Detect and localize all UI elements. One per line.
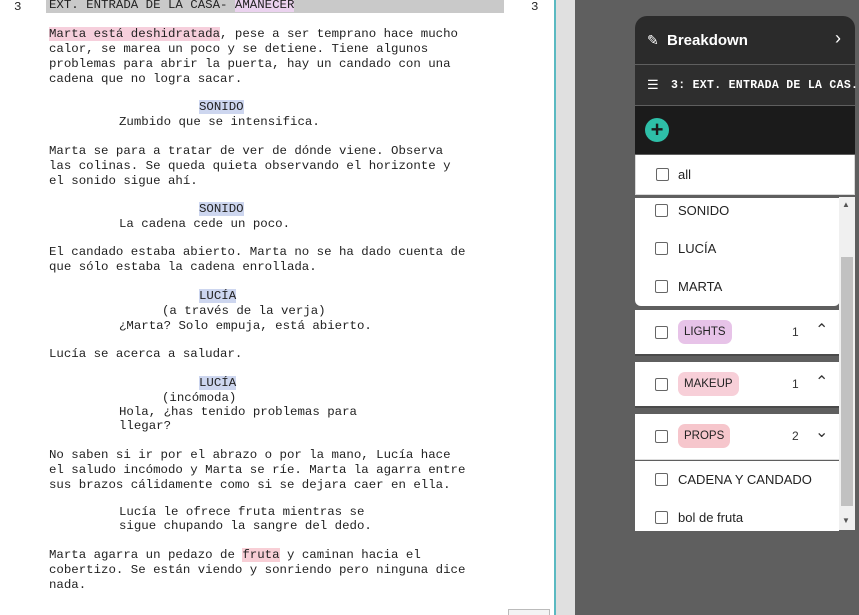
chevron-down-icon[interactable]: ⌄ (815, 422, 828, 442)
prop-checkbox[interactable] (655, 473, 668, 486)
prop-label: bol de fruta (678, 510, 744, 525)
action-line: cadena que no logra sacar. (49, 72, 243, 86)
category-count: 2 (792, 429, 799, 443)
action-line: el saludo incómodo y Marta se ríe. Marta… (49, 463, 466, 477)
category-pill: PROPS (678, 424, 731, 448)
action-line: sus brazos cálidamente como si se dejara… (49, 478, 451, 492)
prop-item[interactable]: CADENA Y CANDADO (635, 461, 839, 499)
category-lights[interactable]: LIGHTS 1 ⌃ (635, 310, 839, 356)
dialogue-line: La cadena cede un poco. (119, 217, 291, 231)
character-label: MARTA (678, 279, 723, 294)
prop-checkbox[interactable] (655, 511, 668, 524)
character-checkbox[interactable] (655, 280, 668, 293)
breakdown-title: Breakdown (667, 32, 748, 49)
action-line: Marta agarra un pedazo de fruta y camina… (49, 548, 421, 562)
action-line: calor, se marea un poco y se detiene. Ti… (49, 42, 429, 56)
action-line: Lucía le ofrece fruta mientras se (119, 505, 365, 519)
dialogue-line: ¿Marta? Solo empuja, está abierto. (119, 319, 372, 333)
character-name: LUCÍA (199, 376, 237, 390)
add-toolbar: + (635, 106, 855, 154)
breakdown-header[interactable]: ✎ Breakdown › (635, 16, 855, 64)
script-page: 3 3 EXT. ENTRADA DE LA CASA- AMANECER Ma… (0, 0, 555, 615)
scroll-up-icon[interactable]: ▲ (842, 200, 850, 209)
character-label: SONIDO (678, 203, 730, 218)
category-pill: MAKEUP (678, 372, 739, 396)
character-checkbox[interactable] (655, 204, 668, 217)
action-line: sigue chupando la sangre del dedo. (119, 519, 372, 533)
chevron-right-icon[interactable]: › (835, 28, 841, 49)
character-name: LUCÍA (199, 289, 237, 303)
scrollbar-thumb[interactable] (841, 257, 853, 506)
category-makeup[interactable]: MAKEUP 1 ⌃ (635, 362, 839, 408)
category-checkbox[interactable] (655, 326, 668, 339)
action-line: el sonido sigue ahí. (49, 174, 198, 188)
chevron-up-icon[interactable]: ⌃ (815, 372, 828, 392)
page-tab[interactable] (508, 609, 550, 615)
category-count: 1 (792, 377, 799, 391)
category-checkbox[interactable] (655, 430, 668, 443)
tag-prop[interactable]: fruta (242, 548, 280, 562)
action-line: nada. (49, 578, 87, 592)
action-line: Marta se para a tratar de ver de dónde v… (49, 144, 444, 158)
scene-selector[interactable]: ☰ 3: EXT. ENTRADA DE LA CAS... (635, 65, 859, 105)
action-line: El candado estaba abierto. Marta no se h… (49, 245, 466, 259)
magic-wand-icon: ✎ (647, 32, 659, 48)
character-name: SONIDO (199, 100, 244, 114)
scene-number-left: 3 (14, 0, 22, 14)
scene-label: 3: EXT. ENTRADA DE LA CAS... (671, 79, 859, 92)
category-pill: LIGHTS (678, 320, 732, 344)
prop-label: CADENA Y CANDADO (678, 472, 812, 487)
scene-heading[interactable]: EXT. ENTRADA DE LA CASA- AMANECER (49, 0, 295, 13)
character-checkbox[interactable] (655, 242, 668, 255)
action-line: No saben si ir por el abrazo o por la ma… (49, 448, 451, 462)
time-of-day-tag[interactable]: AMANECER (234, 0, 295, 12)
action-line: cobertizo. Se están viendo y sonriendo p… (49, 563, 466, 577)
page-gutter (556, 0, 575, 615)
category-count: 1 (792, 325, 799, 339)
action-line: Lucía se acerca a saludar. (49, 347, 243, 361)
scroll-down-icon[interactable]: ▼ (842, 516, 850, 525)
action-line: Marta está deshidratada, pese a ser temp… (49, 27, 458, 41)
character-name: SONIDO (199, 202, 244, 216)
action-line: problemas para abrir la puerta, hay un c… (49, 57, 451, 71)
all-label: all (678, 167, 692, 182)
add-icon[interactable]: + (645, 118, 669, 142)
character-label: LUCÍA (678, 241, 717, 256)
dialogue-line: Hola, ¿has tenido problemas para (119, 405, 357, 419)
dialogue-line: llegar? (119, 419, 172, 433)
menu-icon[interactable]: ☰ (647, 77, 659, 93)
tag-makeup[interactable]: Marta está deshidratada (49, 27, 221, 41)
prop-item[interactable]: bol de fruta (635, 499, 839, 531)
category-props[interactable]: PROPS 2 ⌄ (635, 414, 839, 460)
parenthetical: (incómoda) (162, 391, 237, 405)
character-list: SONIDO LUCÍA MARTA (635, 198, 840, 306)
action-line: las colinas. Se queda quieta observando … (49, 159, 451, 173)
action-line: que sólo estaba la cadena enrollada. (49, 260, 317, 274)
chevron-up-icon[interactable]: ⌃ (815, 320, 828, 340)
parenthetical: (a través de la verja) (162, 304, 326, 318)
all-checkbox[interactable] (656, 168, 669, 181)
dialogue-line: Zumbido que se intensifica. (119, 115, 320, 129)
category-checkbox[interactable] (655, 378, 668, 391)
all-filter-row[interactable]: all (635, 155, 855, 195)
scene-number-right: 3 (531, 0, 539, 14)
